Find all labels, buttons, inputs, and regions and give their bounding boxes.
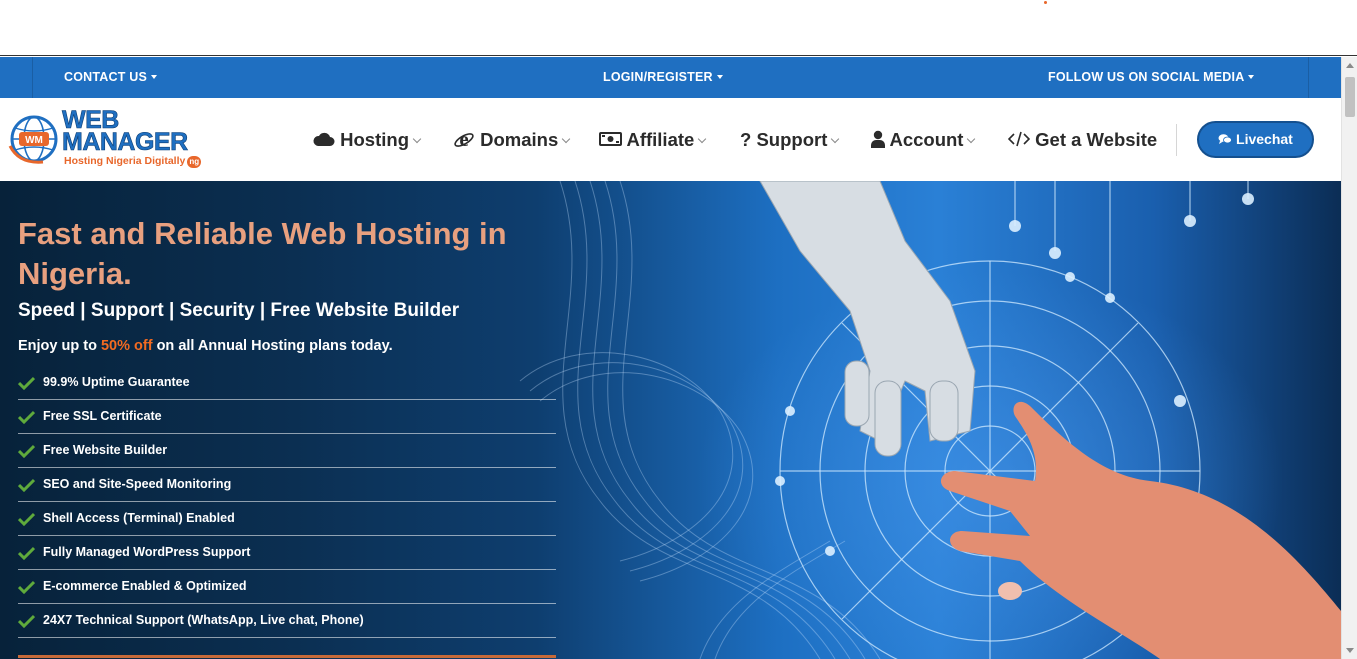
feature-list: 99.9% Uptime Guarantee Free SSL Certific… [18,366,556,638]
site-logo[interactable]: WM WEB MANAGER Hosting Nigeria Digitally… [7,107,217,170]
nav-hosting[interactable]: Hosting [313,126,422,154]
nav-divider [1176,124,1177,156]
logo-tagline: Hosting Nigeria Digitally ng [64,155,202,168]
logo-tagline-text: Hosting Nigeria Digitally [64,155,186,167]
check-icon [18,410,35,424]
feature-item: Free Website Builder [18,434,556,468]
check-icon [18,478,35,492]
nav-get-website-label: Get a Website [1035,129,1158,150]
chevron-down-icon [967,134,976,144]
feature-item: E-commerce Enabled & Optimized [18,570,556,604]
social-media-dropdown[interactable]: FOLLOW US ON SOCIAL MEDIA [1048,57,1255,98]
feature-item: Free SSL Certificate [18,400,556,434]
caret-down-icon [151,74,158,79]
caret-down-icon [716,74,723,79]
scrollbar-thumb[interactable] [1345,77,1355,117]
user-icon [871,130,885,149]
logo-monogram: WM [25,135,43,146]
question-icon: ? [740,129,752,150]
topbar-divider [32,57,33,98]
contact-us-dropdown[interactable]: CONTACT US [64,57,158,98]
check-icon [18,512,35,526]
feature-text: Shell Access (Terminal) Enabled [43,511,235,525]
nav-account[interactable]: Account [871,126,976,154]
contact-us-label: CONTACT US [64,70,148,84]
svg-text:e: e [459,128,468,150]
chevron-down-icon [562,134,571,144]
feature-text: E-commerce Enabled & Optimized [43,579,247,593]
social-media-label: FOLLOW US ON SOCIAL MEDIA [1048,70,1245,84]
feature-text: Fully Managed WordPress Support [43,545,251,559]
hero-bottom-accent [18,655,556,658]
check-icon [18,580,35,594]
hero-banner: Fast and Reliable Web Hosting in Nigeria… [0,181,1341,659]
top-bar: CONTACT US LOGIN/REGISTER FOLLOW US ON S… [0,57,1341,98]
top-blank-area [0,0,1357,56]
offer-highlight: 50% off [100,338,153,354]
nav-get-website[interactable]: Get a Website [1007,126,1158,154]
feature-text: Free Website Builder [43,443,168,457]
nav-affiliate[interactable]: Affiliate [599,126,707,154]
page: CONTACT US LOGIN/REGISTER FOLLOW US ON S… [0,0,1357,659]
feature-text: 99.9% Uptime Guarantee [43,375,190,389]
feature-text: Free SSL Certificate [43,409,162,423]
topbar-divider [1308,57,1309,98]
offer-text-end: on all Annual Hosting plans today. [152,338,393,354]
chevron-down-icon [698,134,707,144]
check-icon [18,444,35,458]
feature-text: 24X7 Technical Support (WhatsApp, Live c… [43,613,364,627]
logo-ng-badge: ng [187,156,202,168]
hero-subtitle: Speed | Support | Security | Free Websit… [18,300,460,321]
logo-text-manager: MANAGER [62,128,189,156]
money-icon [599,132,622,147]
human-hand [940,401,1341,659]
feature-item: Shell Access (Terminal) Enabled [18,502,556,536]
nav-domains[interactable]: e Domains [453,126,571,154]
check-icon [18,376,35,390]
livechat-label: Livechat [1236,131,1293,147]
scroll-up-arrow-icon[interactable] [1346,63,1354,68]
chevron-down-icon [831,134,840,144]
nav-hosting-label: Hosting [340,129,409,150]
livechat-button[interactable]: Livechat [1197,121,1314,158]
chat-icon [1218,134,1233,145]
page-scrollbar[interactable] [1341,57,1357,659]
feature-item: Fully Managed WordPress Support [18,536,556,570]
check-icon [18,546,35,560]
internet-explorer-icon: e [454,127,474,151]
feature-item: 99.9% Uptime Guarantee [18,366,556,400]
code-icon [1007,131,1031,147]
login-register-label: LOGIN/REGISTER [603,70,713,84]
hero-offer: Enjoy up to 50% off on all Annual Hostin… [18,338,393,354]
chevron-down-icon [412,134,422,144]
nav-support-label: Support [756,129,828,150]
feature-item: SEO and Site-Speed Monitoring [18,468,556,502]
caret-down-icon [1248,74,1255,79]
nav-domains-label: Domains [480,129,559,150]
login-register-dropdown[interactable]: LOGIN/REGISTER [603,57,723,98]
feature-text: SEO and Site-Speed Monitoring [43,477,232,491]
nav-account-label: Account [889,129,964,150]
scroll-down-arrow-icon[interactable] [1346,648,1354,653]
cloud-icon [313,132,335,147]
check-icon [18,614,35,628]
nav-support[interactable]: ? Support [740,126,840,154]
hero-title: Fast and Reliable Web Hosting in Nigeria… [18,216,507,291]
nav-affiliate-label: Affiliate [626,129,695,150]
loading-dot [1044,1,1047,4]
main-nav: WM WEB MANAGER Hosting Nigeria Digitally… [0,98,1341,181]
offer-text-start: Enjoy up to [18,338,101,354]
feature-item: 24X7 Technical Support (WhatsApp, Live c… [18,604,556,638]
globe-logo-icon: WM [8,115,58,164]
